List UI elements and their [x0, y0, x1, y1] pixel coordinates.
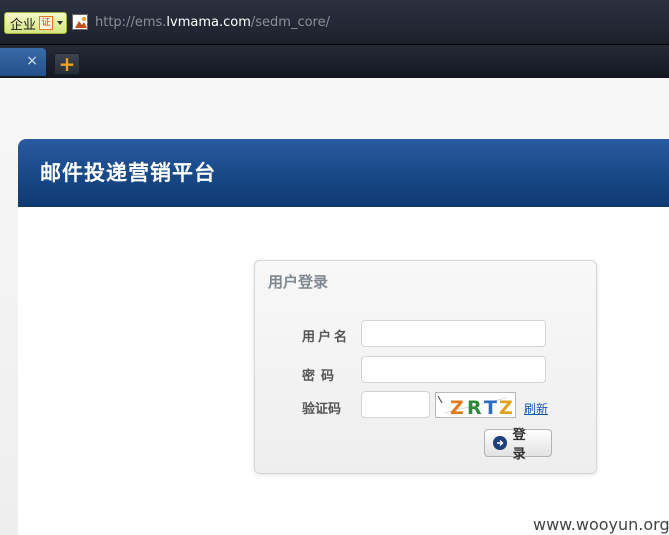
password-label: 密码: [302, 369, 341, 384]
close-icon[interactable]: ×: [26, 54, 38, 68]
captcha-input[interactable]: [361, 391, 430, 418]
captcha-char: R: [467, 397, 482, 418]
address-bar: 企业 证 http://ems.lvmama.com/sedm_core/: [0, 0, 669, 44]
url-host: lvmama.com: [166, 15, 251, 30]
active-tab[interactable]: ×: [0, 48, 46, 76]
captcha-char: T: [484, 397, 497, 418]
tab-strip: × +: [0, 44, 669, 78]
captcha-label: 验证码: [302, 402, 342, 417]
refresh-captcha-link[interactable]: 刷新: [524, 400, 548, 417]
watermark: www.wooyun.org: [533, 515, 669, 534]
login-button-label: 登 录: [512, 428, 529, 462]
badge-label: 企业: [10, 17, 37, 33]
new-tab-button[interactable]: +: [54, 53, 80, 75]
page-content: 邮件投递营销平台 用户登录 用户名 密码 验证码 Z R T Z 刷新 登 录: [18, 139, 669, 535]
page-title: 邮件投递营销平台: [40, 160, 216, 185]
site-favicon-icon: [72, 14, 88, 30]
arrow-right-icon: [493, 436, 507, 450]
url-field[interactable]: http://ems.lvmama.com/sedm_core/: [95, 15, 330, 30]
enterprise-cert-badge[interactable]: 企业 证: [4, 12, 67, 34]
captcha-char: Z: [450, 397, 464, 418]
chevron-down-icon[interactable]: [57, 21, 64, 25]
page-viewport: 邮件投递营销平台 用户登录 用户名 密码 验证码 Z R T Z 刷新 登 录: [0, 78, 669, 535]
login-panel: 用户登录 用户名 密码 验证码 Z R T Z 刷新 登 录: [254, 260, 597, 474]
header-banner: 邮件投递营销平台: [18, 139, 669, 207]
login-panel-title: 用户登录: [268, 273, 329, 291]
url-path: /sedm_core/: [250, 15, 330, 30]
username-input[interactable]: [361, 320, 546, 347]
login-button[interactable]: 登 录: [484, 428, 552, 462]
captcha-image[interactable]: Z R T Z: [435, 392, 516, 418]
username-label: 用户名: [302, 330, 351, 345]
password-input[interactable]: [361, 356, 546, 383]
cert-seal-icon: 证: [39, 16, 54, 30]
captcha-char: Z: [499, 397, 513, 418]
url-prefix: http://ems.: [95, 15, 167, 30]
